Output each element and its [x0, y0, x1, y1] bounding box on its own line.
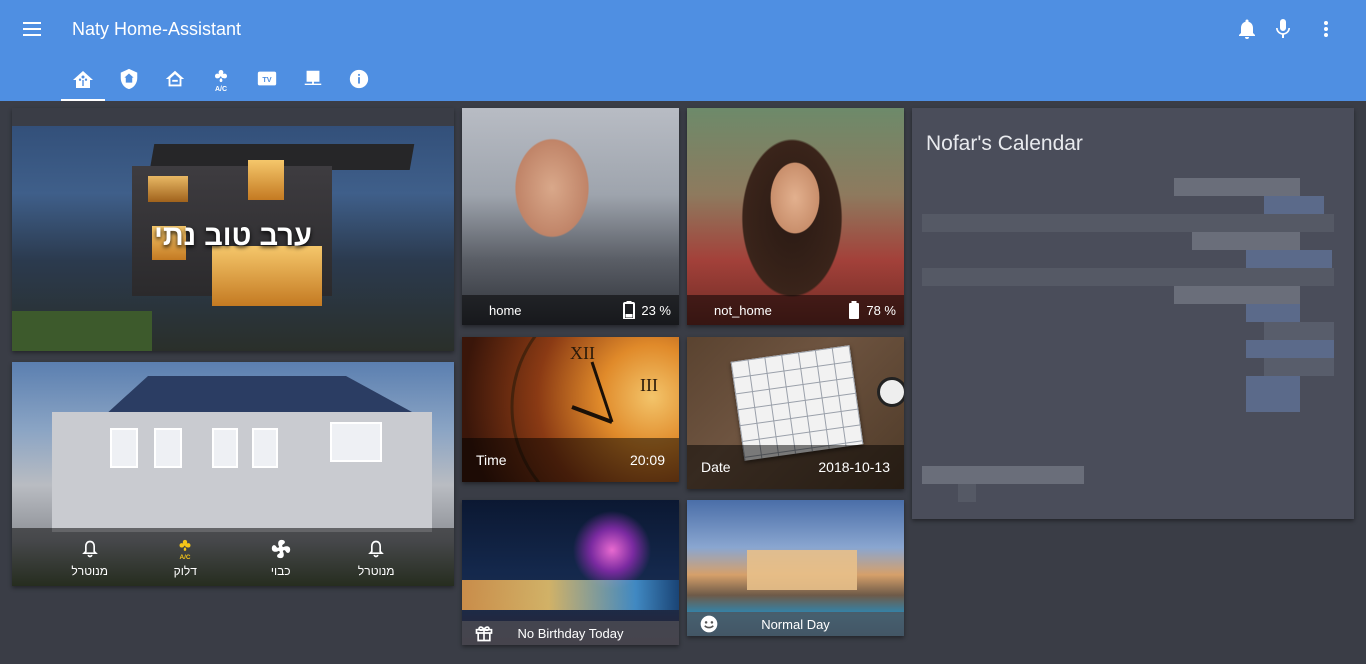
fan-button[interactable]: כבוי — [246, 528, 316, 586]
app-title: Naty Home-Assistant — [72, 19, 242, 39]
person-photo — [462, 108, 679, 325]
alarm-button-1[interactable]: מנוטרל — [55, 528, 125, 586]
face-icon — [700, 615, 718, 633]
bell-icon[interactable] — [1235, 17, 1259, 41]
date-sensor-card[interactable]: Date 2018-10-13 — [687, 337, 904, 489]
birthday-card[interactable]: No Birthday Today — [462, 500, 679, 645]
date-value: 2018-10-13 — [818, 459, 890, 475]
device-controls: מנוטרל A/C דלוק כבוי מנוטרל — [12, 528, 454, 586]
blurred-event — [1174, 178, 1300, 196]
person-state: not_home — [714, 302, 772, 318]
blurred-event — [922, 466, 1084, 484]
calendar-title: Nofar's Calendar — [926, 132, 1083, 155]
svg-text:A/C: A/C — [215, 86, 227, 92]
tab-tv[interactable]: TV — [244, 60, 290, 101]
person-status-bar: not_home 78 % — [687, 295, 904, 325]
home-outline-icon — [165, 70, 185, 87]
blurred-event — [922, 214, 1334, 232]
svg-text:XII: XII — [570, 343, 595, 363]
desktop-icon — [304, 70, 322, 85]
battery-icon — [623, 301, 636, 319]
ac-state-label: דלוק — [173, 564, 197, 578]
view-tabs: A/C TV — [60, 60, 382, 101]
gift-icon — [475, 626, 493, 642]
fan-state-label: כבוי — [270, 564, 291, 578]
tab-security[interactable] — [106, 60, 152, 101]
devices-card: מנוטרל A/C דלוק כבוי מנוטרל — [12, 362, 454, 586]
person-card-1[interactable]: home 23 % — [462, 108, 679, 325]
day-type-card[interactable]: Normal Day — [687, 500, 904, 636]
home-assistant-icon — [73, 71, 93, 88]
greeting-text: ערב טוב נתי — [154, 220, 312, 252]
bell-icon — [366, 536, 386, 562]
tab-home[interactable] — [60, 60, 106, 101]
alarm-state-label: מנוטרל — [357, 564, 395, 578]
birthday-bar: No Birthday Today — [462, 621, 679, 645]
svg-text:TV: TV — [262, 75, 271, 84]
svg-text:III: III — [640, 375, 658, 395]
ac-button[interactable]: A/C דלוק — [150, 528, 220, 586]
blurred-event — [922, 268, 1334, 286]
shield-home-icon — [120, 68, 138, 90]
battery-level: 23 % — [641, 302, 671, 318]
person-photo — [687, 108, 904, 325]
air-conditioner-icon: A/C — [174, 536, 196, 562]
birthday-label: No Birthday Today — [517, 625, 624, 641]
info-icon — [349, 69, 369, 89]
time-label: Time — [476, 452, 507, 468]
svg-text:A/C: A/C — [180, 554, 191, 561]
day-type-label: Normal Day — [761, 616, 830, 632]
more-vertical-icon[interactable] — [1314, 17, 1338, 41]
air-conditioner-icon: A/C — [215, 70, 227, 92]
person-card-2[interactable]: not_home 78 % — [687, 108, 904, 325]
battery-icon — [849, 301, 860, 319]
bell-icon — [80, 536, 100, 562]
tab-computer[interactable] — [290, 60, 336, 101]
tab-info[interactable] — [336, 60, 382, 101]
fan-icon — [270, 536, 292, 562]
person-state: home — [489, 302, 522, 318]
menu-icon[interactable] — [20, 18, 44, 40]
top-app-bar: Naty Home-Assistant A/C TV — [0, 0, 1366, 101]
battery-level: 78 % — [866, 302, 896, 318]
microphone-icon[interactable] — [1271, 17, 1295, 41]
tv-icon: TV — [257, 71, 277, 86]
day-type-bar: Normal Day — [687, 612, 904, 636]
tab-house[interactable] — [152, 60, 198, 101]
time-value: 20:09 — [629, 452, 665, 468]
tab-ac[interactable]: A/C — [198, 60, 244, 101]
calendar-card: Nofar's Calendar — [912, 108, 1354, 519]
date-label: Date — [701, 459, 731, 475]
time-sensor-bar: Time 20:09 — [462, 438, 679, 482]
date-sensor-bar: Date 2018-10-13 — [687, 445, 904, 489]
alarm-button-2[interactable]: מנוטרל — [341, 528, 411, 586]
person-status-bar: home 23 % — [462, 295, 679, 325]
alarm-state-label: מנוטרל — [71, 564, 109, 578]
time-sensor-card[interactable]: XII III Time 20:09 — [462, 337, 679, 482]
greeting-card: ערב טוב נתי — [12, 108, 454, 351]
